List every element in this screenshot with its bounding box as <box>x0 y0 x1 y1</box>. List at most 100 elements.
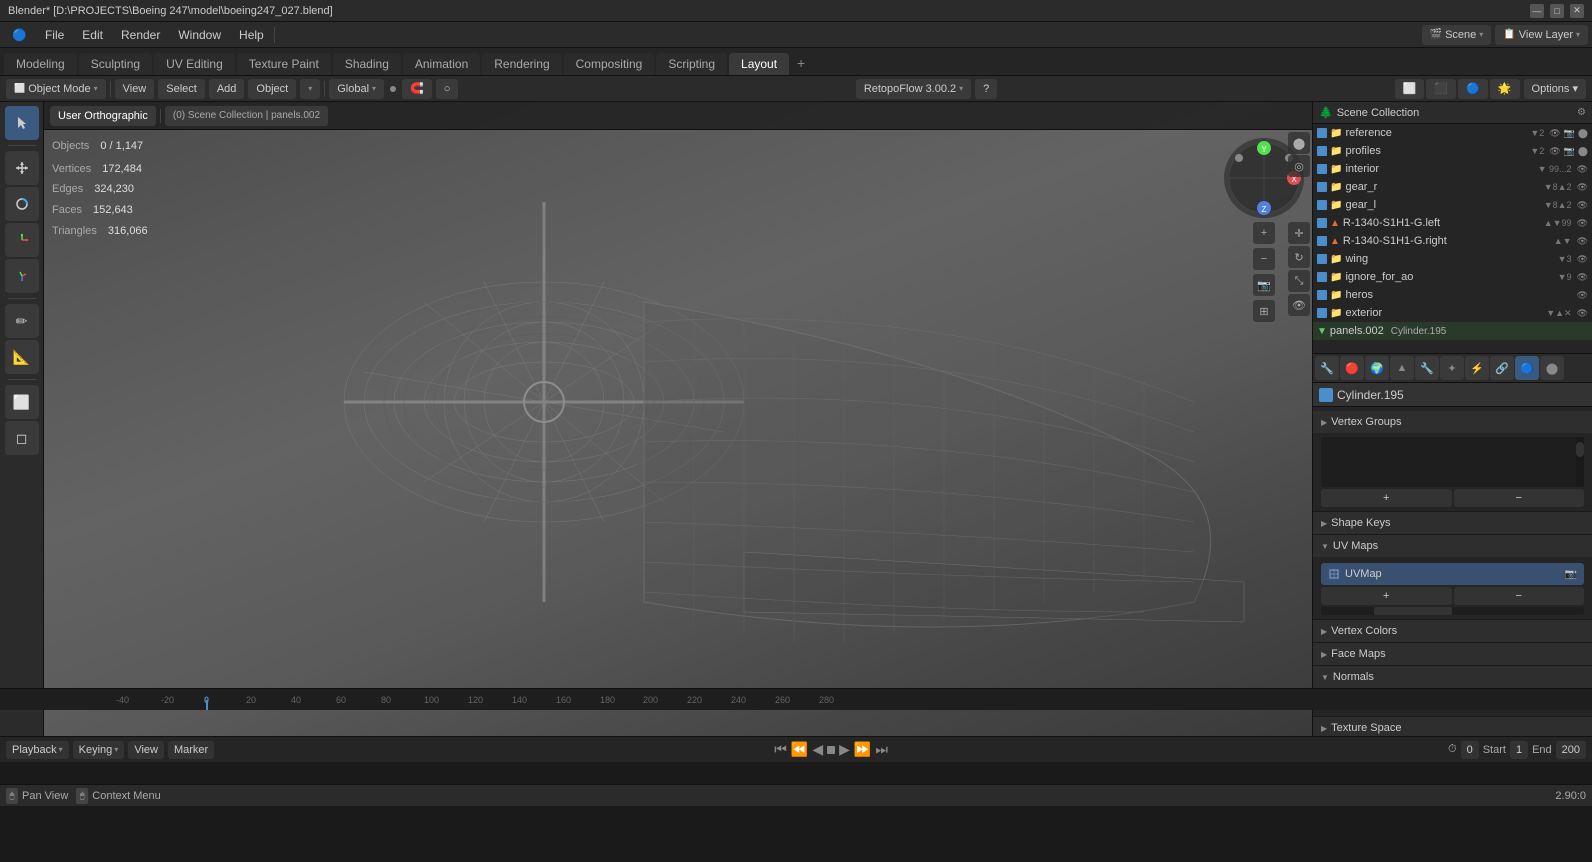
uvmap-item-uvmap[interactable]: UVMap 📷 <box>1321 563 1584 585</box>
move-tool[interactable] <box>5 151 39 185</box>
visibility-check-r1340-left[interactable] <box>1317 218 1327 228</box>
transform-tool[interactable] <box>5 259 39 293</box>
visibility-check-interior[interactable] <box>1317 164 1327 174</box>
overlay-toggle[interactable]: ⬤ <box>1288 132 1310 154</box>
outliner-item-wing[interactable]: 📁 wing ▼3 👁 <box>1313 250 1592 268</box>
outliner-item-ignore-ao[interactable]: 📁 ignore_for_ao ▼9 👁 <box>1313 268 1592 286</box>
object-menu[interactable]: Object <box>248 79 296 99</box>
visibility-check-reference[interactable] <box>1317 128 1327 138</box>
play-forward-btn[interactable]: ▶ <box>839 741 850 758</box>
vg-remove-btn[interactable]: − <box>1454 489 1585 507</box>
transform-global[interactable]: Global ▾ <box>329 79 384 99</box>
visibility-check-heros[interactable] <box>1317 290 1327 300</box>
heros-eye[interactable]: 👁 <box>1577 290 1588 301</box>
tab-animation[interactable]: Animation <box>403 53 480 75</box>
props-tab-particles[interactable]: ✦ <box>1440 356 1464 380</box>
rotate-gizmo-btn[interactable]: ↻ <box>1288 246 1310 268</box>
outliner-item-exterior[interactable]: 📁 exterior ▼▲✕ 👁 <box>1313 304 1592 322</box>
zoom-in-button[interactable]: + <box>1253 222 1275 244</box>
outliner-item-reference[interactable]: 📁 reference ▼2 👁 📷 ⬤ <box>1313 124 1592 142</box>
jump-start-btn[interactable]: ⏮ <box>774 741 787 758</box>
props-tab-scene[interactable]: 🔴 <box>1340 356 1364 380</box>
outliner-item-profiles[interactable]: 📁 profiles ▼2 👁 📷 ⬤ <box>1313 142 1592 160</box>
uv-maps-header[interactable]: ▼ UV Maps <box>1313 535 1592 557</box>
profiles-eye[interactable]: 👁 <box>1549 146 1560 157</box>
gear-r-eye[interactable]: 👁 <box>1577 182 1588 193</box>
tab-scripting[interactable]: Scripting <box>656 53 727 75</box>
maximize-button[interactable]: □ <box>1550 4 1564 18</box>
jump-end-btn[interactable]: ⏭ <box>875 741 888 758</box>
outliner-item-r1340-right[interactable]: ▲ R-1340-S1H1-G.right ▲▼ 👁 <box>1313 232 1592 250</box>
tab-compositing[interactable]: Compositing <box>564 53 655 75</box>
uv-add-btn[interactable]: + <box>1321 587 1452 605</box>
marker-menu[interactable]: Marker <box>168 741 214 759</box>
wing-eye[interactable]: 👁 <box>1577 254 1588 265</box>
gear-l-eye[interactable]: 👁 <box>1577 200 1588 211</box>
view-layer-selector[interactable]: 📋 View Layer ▾ <box>1495 25 1588 45</box>
menu-edit[interactable]: Edit <box>74 26 111 44</box>
props-tab-material[interactable]: ⬤ <box>1540 356 1564 380</box>
quad-view-button[interactable]: ⊞ <box>1253 300 1275 322</box>
uvmap-camera-icon[interactable]: 📷 <box>1564 567 1578 581</box>
tab-rendering[interactable]: Rendering <box>482 53 561 75</box>
mode-select[interactable]: ⬜ Object Mode ▾ <box>6 79 106 99</box>
options-button[interactable]: Options ▾ <box>1524 79 1587 99</box>
vertex-colors-header[interactable]: ▶ Vertex Colors <box>1313 620 1592 642</box>
ref-cam[interactable]: 📷 <box>1564 128 1575 139</box>
xray-toggle[interactable]: ◎ <box>1288 155 1310 177</box>
keying-menu[interactable]: Keying ▾ <box>73 741 125 759</box>
solid-btn[interactable]: ⬛ <box>1426 79 1456 99</box>
props-tab-object[interactable]: ▲ <box>1390 356 1414 380</box>
scale-gizmo-btn[interactable]: ⤡ <box>1288 270 1310 292</box>
exterior-eye[interactable]: 👁 <box>1577 308 1588 319</box>
menu-render[interactable]: Render <box>113 26 168 44</box>
outliner-filter[interactable]: ⚙ <box>1577 107 1586 118</box>
texture-space-header[interactable]: ▶ Texture Space <box>1313 717 1592 736</box>
profiles-cam[interactable]: 📷 <box>1564 146 1575 157</box>
menu-window[interactable]: Window <box>170 26 229 44</box>
visibility-check-gear-r[interactable] <box>1317 182 1327 192</box>
ignore-ao-eye[interactable]: 👁 <box>1577 272 1588 283</box>
hide-gizmos-btn[interactable]: 👁 <box>1288 294 1310 316</box>
menu-help[interactable]: Help <box>231 26 272 44</box>
wireframe-btn[interactable]: ⬜ <box>1395 79 1425 99</box>
uv-remove-btn[interactable]: − <box>1454 587 1585 605</box>
playback-menu[interactable]: Playback ▾ <box>6 741 69 759</box>
outliner-item-heros[interactable]: 📁 heros 👁 <box>1313 286 1592 304</box>
outliner-item-gear-l[interactable]: 📁 gear_l ▼8▲2 👁 <box>1313 196 1592 214</box>
minimize-button[interactable]: — <box>1530 4 1544 18</box>
end-frame-input[interactable]: 200 <box>1556 741 1586 759</box>
select-menu[interactable]: Select <box>158 79 205 99</box>
visibility-check-profiles[interactable] <box>1317 146 1327 156</box>
r1340-left-eye[interactable]: 👁 <box>1577 218 1588 229</box>
tab-sculpting[interactable]: Sculpting <box>79 53 152 75</box>
tab-shading[interactable]: Shading <box>333 53 401 75</box>
shape-keys-header[interactable]: ▶ Shape Keys <box>1313 512 1592 534</box>
zoom-out-button[interactable]: − <box>1253 248 1275 270</box>
scene-selector[interactable]: 🎬 Scene ▾ <box>1422 25 1492 45</box>
scale-tool[interactable] <box>5 223 39 257</box>
camera-button[interactable]: 📷 <box>1253 274 1275 296</box>
rotate-tool[interactable] <box>5 187 39 221</box>
props-tab-data[interactable]: 🔵 <box>1515 356 1539 380</box>
add-cube-tool[interactable]: ⬜ <box>5 385 39 419</box>
step-forward-btn[interactable]: ⏩ <box>854 741 871 758</box>
profiles-render[interactable]: ⬤ <box>1578 146 1588 157</box>
measure-tool[interactable]: 📐 <box>5 340 39 374</box>
visibility-check-r1340-right[interactable] <box>1317 236 1327 246</box>
interior-eye[interactable]: 👁 <box>1577 164 1588 175</box>
transform-gizmo-btn[interactable]: ✛ <box>1288 222 1310 244</box>
visibility-check-wing[interactable] <box>1317 254 1327 264</box>
menu-blender[interactable]: 🔵 <box>4 26 35 44</box>
tab-texture-paint[interactable]: Texture Paint <box>237 53 331 75</box>
tab-modeling[interactable]: Modeling <box>4 53 77 75</box>
visibility-check-exterior[interactable] <box>1317 308 1327 318</box>
visibility-check-ignore-ao[interactable] <box>1317 272 1327 282</box>
add-workspace-button[interactable]: + <box>791 53 811 73</box>
face-maps-header[interactable]: ▶ Face Maps <box>1313 643 1592 665</box>
ref-render[interactable]: ⬤ <box>1578 128 1588 139</box>
outliner-item-gear-r[interactable]: 📁 gear_r ▼8▲2 👁 <box>1313 178 1592 196</box>
vg-scrollbar[interactable] <box>1576 437 1584 487</box>
current-frame-input[interactable]: 0 <box>1461 741 1479 759</box>
normals-header[interactable]: ▼ Normals <box>1313 666 1592 688</box>
